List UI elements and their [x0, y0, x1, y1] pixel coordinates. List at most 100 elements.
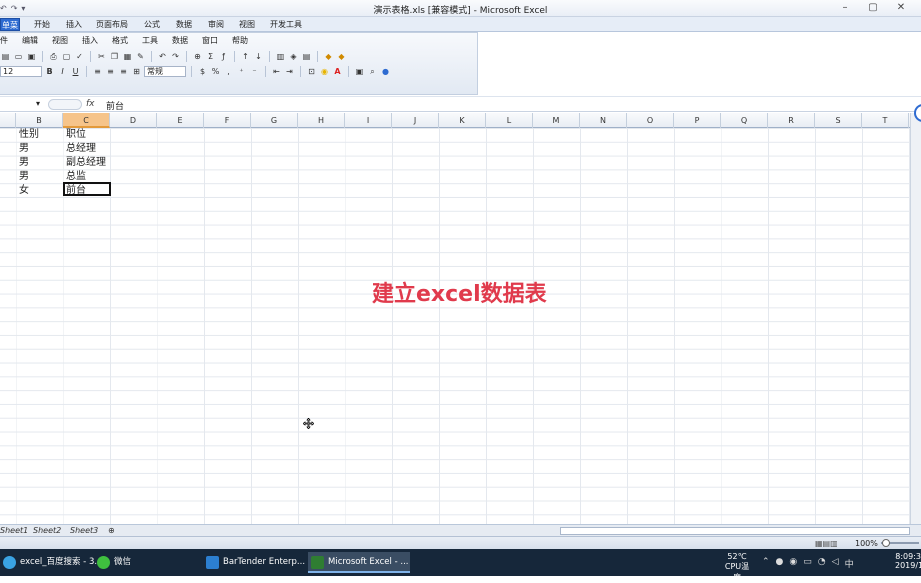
format-painter-icon[interactable]: ✎: [135, 51, 146, 62]
chart-icon[interactable]: ▥: [275, 51, 286, 62]
drawing-icon[interactable]: ◈: [288, 51, 299, 62]
cell-b2[interactable]: 男: [19, 142, 29, 155]
align-left-icon[interactable]: ≡: [92, 66, 103, 77]
clock[interactable]: 8:09:3 2019/1: [895, 552, 921, 570]
menu-data[interactable]: 数据: [172, 35, 188, 46]
cut-icon[interactable]: ✂: [96, 51, 107, 62]
borders-icon[interactable]: ⊡: [306, 66, 317, 77]
function-icon[interactable]: ƒ: [218, 51, 229, 62]
font-size-select[interactable]: 12: [0, 65, 42, 77]
close-button[interactable]: ✕: [887, 1, 915, 15]
taskbar-wechat[interactable]: 微信: [94, 552, 194, 573]
number-format-select[interactable]: 常规: [144, 65, 186, 77]
fill-color-icon[interactable]: ◉: [319, 66, 330, 77]
tray-wechat-icon[interactable]: ●: [776, 557, 784, 570]
tab-view[interactable]: 视图: [233, 18, 261, 31]
tab-insert[interactable]: 插入: [60, 18, 88, 31]
hyperlink-icon[interactable]: ⊕: [192, 51, 203, 62]
menu-help[interactable]: 帮助: [232, 35, 248, 46]
column-header-a[interactable]: [0, 113, 16, 128]
formula-cancel-enter-buttons[interactable]: [48, 99, 82, 110]
cell-b4[interactable]: 男: [19, 170, 29, 183]
underline-button[interactable]: U: [70, 66, 81, 77]
column-header-b[interactable]: B: [16, 113, 63, 128]
macro-icon[interactable]: ◆: [323, 51, 334, 62]
tab-developer[interactable]: 开发工具: [266, 18, 306, 31]
tray-expand-icon[interactable]: ⌃: [762, 557, 770, 570]
insert-function-icon[interactable]: fx: [86, 99, 95, 109]
column-header-f[interactable]: F: [204, 113, 251, 128]
tab-formulas[interactable]: 公式: [138, 18, 166, 31]
increase-indent-icon[interactable]: ⇥: [284, 66, 295, 77]
column-header-t[interactable]: T: [862, 113, 909, 128]
align-center-icon[interactable]: ≡: [105, 66, 116, 77]
horizontal-scrollbar[interactable]: [560, 527, 910, 535]
worksheet-grid[interactable]: [0, 128, 910, 524]
cell-b5[interactable]: 女: [19, 184, 29, 197]
tray-volume-icon[interactable]: ◁: [832, 557, 839, 570]
find-icon[interactable]: ⌕: [367, 66, 378, 77]
column-header-e[interactable]: E: [157, 113, 204, 128]
column-header-h[interactable]: H: [298, 113, 345, 128]
column-header-c[interactable]: C: [63, 113, 110, 128]
new-icon[interactable]: ▤: [0, 51, 11, 62]
comma-icon[interactable]: ,: [223, 66, 234, 77]
undo-icon[interactable]: ↶: [157, 51, 168, 62]
research-icon[interactable]: ▣: [354, 66, 365, 77]
autosum-icon[interactable]: Σ: [205, 51, 216, 62]
menu-view[interactable]: 视图: [52, 35, 68, 46]
sort-descending-icon[interactable]: ↓: [253, 51, 264, 62]
insert-sheet-icon[interactable]: ⊕: [108, 526, 115, 536]
zoom-out-button[interactable]: [882, 539, 890, 547]
zoom-icon[interactable]: ▤: [301, 51, 312, 62]
column-header-q[interactable]: Q: [721, 113, 768, 128]
menu-insert[interactable]: 插入: [82, 35, 98, 46]
menu-window[interactable]: 窗口: [202, 35, 218, 46]
copy-icon[interactable]: ❐: [109, 51, 120, 62]
cell-c1[interactable]: 职位: [66, 128, 86, 141]
paste-icon[interactable]: ▦: [122, 51, 133, 62]
taskbar-excel[interactable]: Microsoft Excel - ...: [308, 552, 410, 573]
column-header-d[interactable]: D: [110, 113, 157, 128]
name-box-dropdown-icon[interactable]: ▾: [36, 99, 40, 108]
tray-wifi-icon[interactable]: ◔: [818, 557, 826, 570]
vertical-scrollbar[interactable]: [910, 113, 921, 524]
column-header-o[interactable]: O: [627, 113, 674, 128]
minimize-button[interactable]: –: [831, 1, 859, 15]
tray-battery-icon[interactable]: ▭: [803, 557, 812, 570]
sheet-tab-3[interactable]: Sheet3: [70, 526, 98, 536]
tray-app-icon[interactable]: ◉: [789, 557, 797, 570]
menu-file[interactable]: 件: [0, 35, 8, 46]
print-preview-icon[interactable]: ▢: [61, 51, 72, 62]
menu-edit[interactable]: 编辑: [22, 35, 38, 46]
column-header-k[interactable]: K: [439, 113, 486, 128]
cell-c2[interactable]: 总经理: [66, 142, 96, 155]
redo-icon[interactable]: ↷: [170, 51, 181, 62]
cell-b1[interactable]: 性别: [19, 128, 39, 141]
tab-page-layout[interactable]: 页面布局: [92, 18, 132, 31]
open-icon[interactable]: ▭: [13, 51, 24, 62]
merge-center-icon[interactable]: ⊞: [131, 66, 142, 77]
column-header-i[interactable]: I: [345, 113, 392, 128]
sheet-tab-2[interactable]: Sheet2: [33, 526, 61, 536]
view-buttons-icon[interactable]: ▦▤▥: [815, 539, 838, 548]
save-icon[interactable]: ▣: [26, 51, 37, 62]
tab-home[interactable]: 开始: [28, 18, 56, 31]
column-header-m[interactable]: M: [533, 113, 580, 128]
cell-b3[interactable]: 男: [19, 156, 29, 169]
tab-data[interactable]: 数据: [170, 18, 198, 31]
increase-decimal-icon[interactable]: ⁺: [236, 66, 247, 77]
column-header-s[interactable]: S: [815, 113, 862, 128]
column-header-r[interactable]: R: [768, 113, 815, 128]
column-header-l[interactable]: L: [486, 113, 533, 128]
currency-icon[interactable]: $: [197, 66, 208, 77]
column-header-n[interactable]: N: [580, 113, 627, 128]
print-icon[interactable]: ⎙: [48, 51, 59, 62]
decrease-indent-icon[interactable]: ⇤: [271, 66, 282, 77]
decrease-decimal-icon[interactable]: ⁻: [249, 66, 260, 77]
taskbar-bartender[interactable]: BarTender Enterp...: [203, 552, 305, 573]
help-icon[interactable]: ◆: [336, 51, 347, 62]
menu-tools[interactable]: 工具: [142, 35, 158, 46]
maximize-button[interactable]: ▢: [859, 1, 887, 15]
tray-ime-icon[interactable]: 中: [845, 557, 854, 570]
